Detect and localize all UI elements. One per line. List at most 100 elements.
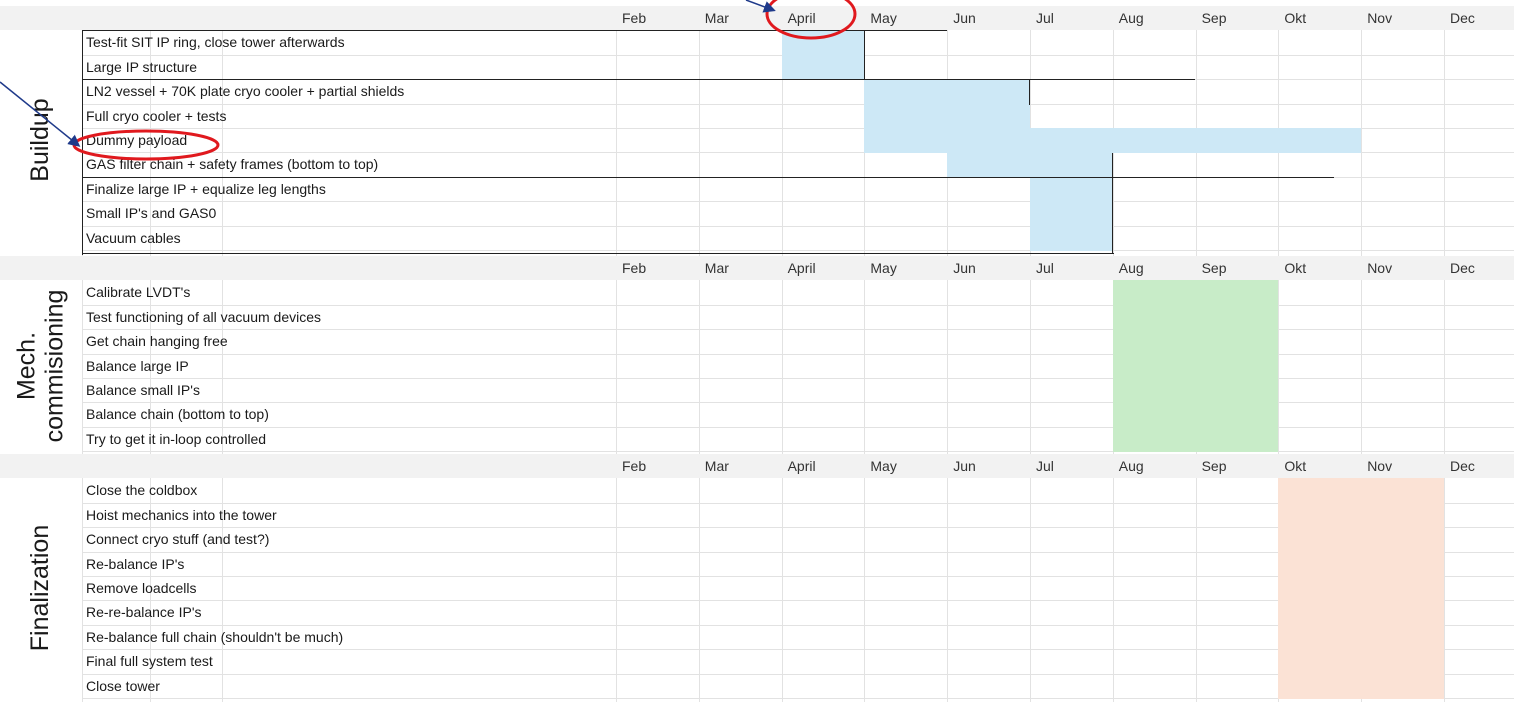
task-bar — [1112, 426, 1279, 453]
task-bar — [1030, 201, 1113, 227]
month-label: Mar — [704, 260, 729, 276]
task-bar — [1278, 551, 1444, 577]
section-title-line2: commisioning — [40, 289, 69, 443]
month-label: Feb — [622, 10, 647, 26]
task-label: Final full system test — [86, 653, 213, 670]
task-label: Get chain hanging free — [86, 333, 228, 350]
task-label: Remove loadcells — [86, 580, 197, 596]
month-label: Nov — [1367, 10, 1393, 26]
month-label: May — [870, 10, 897, 26]
month-label: Nov — [1367, 458, 1393, 474]
task-label: Large IP structure — [86, 58, 198, 75]
border-line — [82, 253, 1114, 254]
month-label: Aug — [1118, 10, 1144, 26]
border-line — [864, 30, 865, 80]
task-bar — [1278, 527, 1444, 553]
section-title: Finalization — [26, 478, 58, 698]
border-line — [1112, 153, 1113, 253]
month-label: Dec — [1450, 458, 1475, 474]
task-label: Test functioning of all vacuum devices — [86, 308, 322, 325]
month-label: Jul — [1036, 260, 1054, 276]
month-label: Aug — [1118, 458, 1144, 474]
month-label: Mar — [704, 458, 729, 474]
task-bar — [864, 128, 1362, 154]
task-bar — [1030, 176, 1113, 203]
task-bar — [947, 152, 1113, 178]
task-bar — [1112, 304, 1279, 331]
task-bar — [1112, 280, 1279, 306]
border-line — [82, 30, 947, 31]
month-label: April — [787, 10, 816, 26]
task-bar — [1278, 478, 1444, 504]
task-bar — [1112, 378, 1279, 404]
month-label: April — [787, 458, 816, 474]
grid-hline — [82, 451, 1514, 453]
task-label: Vacuum cables — [86, 229, 181, 246]
month-label: Aug — [1118, 260, 1144, 276]
task-label: Close the coldbox — [86, 482, 198, 499]
task-label: Finalize large IP + equalize leg lengths — [86, 180, 326, 197]
task-bar — [781, 30, 865, 56]
month-label: May — [870, 260, 897, 276]
month-label: Jun — [953, 260, 976, 276]
task-label: Small IP's and GAS0 — [86, 205, 217, 222]
grid-hline — [82, 402, 1514, 404]
month-label: Dec — [1450, 10, 1475, 26]
task-label: GAS filter chain + safety frames (bottom… — [86, 156, 379, 173]
month-label: Okt — [1284, 260, 1307, 276]
border-line — [82, 30, 83, 255]
task-label: Close tower — [86, 677, 160, 694]
task-bar — [1278, 673, 1444, 699]
border-line — [82, 177, 1334, 178]
task-label: Re-balance full chain (shouldn't be much… — [86, 628, 344, 645]
task-bar — [781, 54, 865, 81]
task-bar — [1030, 225, 1113, 251]
task-label: Re-re-balance IP's — [86, 604, 202, 621]
grid-hline — [82, 378, 1514, 379]
month-label: Jul — [1036, 10, 1054, 26]
task-bar — [1278, 624, 1444, 651]
task-label: Balance small IP's — [86, 382, 200, 398]
task-bar — [1278, 576, 1444, 602]
task-bar — [864, 103, 1030, 129]
grid-hline — [82, 201, 1514, 203]
grid-hline — [82, 103, 1514, 105]
month-label: Okt — [1284, 10, 1307, 26]
section-title-line1: Mech. — [12, 331, 41, 400]
month-label: Sep — [1201, 458, 1227, 474]
task-bar — [1278, 600, 1444, 626]
month-label: Jun — [953, 458, 976, 474]
task-label: Try to get it in-loop controlled — [86, 430, 267, 447]
month-label: Jul — [1036, 458, 1054, 474]
grid-hline — [82, 353, 1514, 355]
month-label: Nov — [1367, 260, 1393, 276]
task-label: Hoist mechanics into the tower — [86, 506, 277, 523]
month-label: Jun — [953, 10, 976, 26]
gantt-sheet: Feb Mar April May Jun Jul Aug Sep Okt Nov Dec Test-… — [0, 0, 1514, 713]
task-label: LN2 vessel + 70K plate cryo cooler + par… — [86, 83, 405, 100]
month-label: Feb — [622, 260, 647, 276]
task-label: Calibrate LVDT's — [86, 284, 191, 301]
section-title: Mech. commisioning — [12, 280, 72, 451]
task-bar — [1112, 329, 1279, 355]
month-label: May — [870, 458, 897, 474]
task-label: Full cryo cooler + tests — [86, 107, 227, 124]
task-label: Re-balance IP's — [86, 555, 185, 572]
task-label: Balance chain (bottom to top) — [86, 406, 269, 423]
month-label: Okt — [1284, 458, 1307, 474]
task-bar — [1278, 649, 1444, 675]
grid-hline — [82, 329, 1514, 331]
task-bar — [1112, 402, 1279, 428]
task-label: Balance large IP — [86, 357, 189, 374]
section-title-line1: Finalization — [26, 524, 54, 652]
task-label: Test-fit SIT IP ring, close tower afterw… — [86, 34, 345, 51]
month-label: Dec — [1450, 260, 1475, 276]
month-label: Feb — [622, 458, 647, 474]
section-title: Buildup — [26, 30, 58, 250]
section-title-line1: Buildup — [26, 98, 54, 182]
month-label: Sep — [1201, 10, 1227, 26]
grid-hline — [82, 426, 1514, 428]
grid-hline — [82, 225, 1514, 227]
grid-hline — [82, 250, 1514, 251]
task-bar — [1112, 353, 1279, 379]
